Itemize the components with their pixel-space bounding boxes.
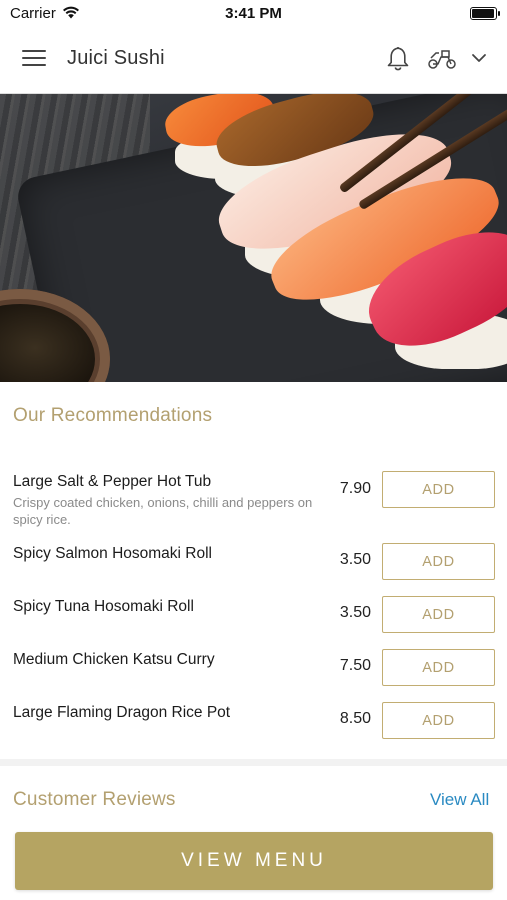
status-bar: Carrier 3:41 PM bbox=[0, 0, 507, 26]
chevron-down-icon[interactable] bbox=[471, 52, 487, 64]
bell-icon[interactable] bbox=[386, 45, 410, 72]
view-menu-button[interactable]: VIEW MENU bbox=[15, 832, 493, 890]
menu-item-price: 3.50 bbox=[339, 604, 371, 621]
menu-item-name: Large Salt & Pepper Hot Tub bbox=[13, 473, 212, 490]
scooter-icon[interactable] bbox=[427, 48, 457, 70]
menu-item-price: 8.50 bbox=[339, 710, 371, 727]
page-title: Juici Sushi bbox=[67, 47, 165, 69]
menu-item-price: 7.50 bbox=[339, 657, 371, 674]
status-time: 3:41 PM bbox=[225, 5, 282, 22]
battery-level-fill bbox=[472, 9, 494, 18]
hero-image bbox=[0, 94, 507, 382]
menu-item-price: 3.50 bbox=[339, 551, 371, 568]
recommendations-title: Our Recommendations bbox=[13, 405, 213, 426]
battery-icon bbox=[470, 7, 500, 20]
nav-bar: Juici Sushi bbox=[0, 26, 507, 94]
add-button[interactable]: ADD bbox=[382, 471, 495, 508]
add-button[interactable]: ADD bbox=[382, 543, 495, 580]
reviews-title: Customer Reviews bbox=[13, 789, 176, 810]
view-all-link[interactable]: View All bbox=[430, 790, 489, 810]
menu-item-name: Spicy Salmon Hosomaki Roll bbox=[13, 545, 212, 562]
menu-item-name: Medium Chicken Katsu Curry bbox=[13, 651, 215, 668]
add-button[interactable]: ADD bbox=[382, 649, 495, 686]
menu-icon[interactable] bbox=[22, 50, 46, 68]
menu-item-name: Spicy Tuna Hosomaki Roll bbox=[13, 598, 194, 615]
menu-item-name: Large Flaming Dragon Rice Pot bbox=[13, 704, 231, 721]
menu-item-description: Crispy coated chicken, onions, chilli an… bbox=[13, 495, 313, 527]
menu-item-price: 7.90 bbox=[339, 480, 371, 497]
add-button[interactable]: ADD bbox=[382, 596, 495, 633]
section-divider bbox=[0, 759, 507, 766]
add-button[interactable]: ADD bbox=[382, 702, 495, 739]
